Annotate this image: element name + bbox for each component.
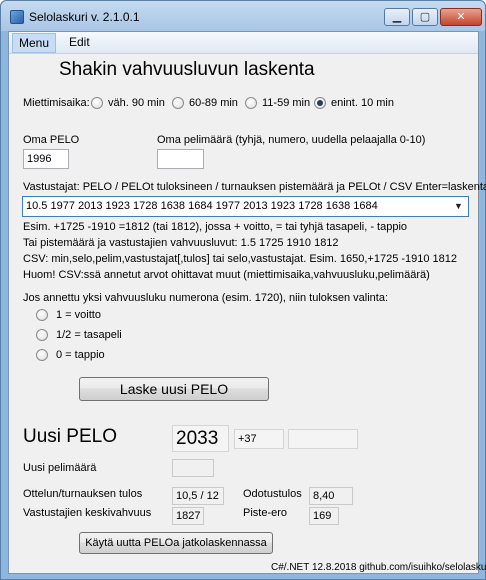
radio-time-10-label: enint. 10 min (331, 97, 394, 109)
window-title: Selolaskuri v. 2.1.0.1 (29, 10, 140, 24)
own-pelo-label: Oma PELO (23, 134, 80, 146)
points-diff-label: Piste-ero (243, 507, 288, 519)
menu-bar: Menu Edit (9, 32, 478, 54)
radio-time-60-89[interactable] (172, 97, 184, 109)
average-label: Vastustajien keskivahvuus (23, 507, 152, 519)
help-line-1: Esim. +1725 -1910 =1812 (tai 1812), joss… (23, 221, 408, 233)
own-games-input[interactable] (157, 149, 204, 169)
chevron-down-icon[interactable]: ▼ (451, 199, 466, 214)
radio-result-loss[interactable] (36, 349, 48, 361)
app-icon (10, 10, 24, 24)
radio-time-90[interactable] (91, 97, 103, 109)
own-games-label: Oma pelimäärä (tyhjä, numero, uudella pe… (157, 134, 426, 146)
maximize-button[interactable]: ▢ (412, 8, 438, 26)
average-value: 1827 (172, 507, 204, 525)
help-line-4: Huom! CSV:ssä annetut arvot ohittavat mu… (23, 269, 430, 281)
radio-result-draw[interactable] (36, 329, 48, 341)
expected-label: Odotustulos (243, 488, 302, 500)
new-games-label: Uusi pelimäärä (23, 462, 97, 474)
points-diff-value: 169 (309, 507, 339, 525)
app-window: Selolaskuri v. 2.1.0.1 ▁ ▢ ✕ Menu Edit S… (0, 0, 486, 580)
menu-item-edit[interactable]: Edit (63, 33, 96, 53)
footer-text: C#/.NET 12.8.2018 github.com/isuihko/sel… (271, 562, 486, 573)
radio-time-60-89-label: 60-89 min (189, 97, 238, 109)
single-result-label: Jos annettu yksi vahvuusluku numerona (e… (23, 292, 389, 304)
extra-result-box (288, 429, 358, 449)
opponents-label: Vastustajat: PELO / PELOt tuloksineen / … (23, 181, 486, 193)
radio-result-win[interactable] (36, 309, 48, 321)
close-button[interactable]: ✕ (440, 8, 482, 26)
radio-time-90-label: väh. 90 min (108, 97, 165, 109)
radio-result-win-label: 1 = voitto (56, 309, 101, 321)
calculate-button[interactable]: Laske uusi PELO (79, 377, 269, 401)
client-area: Menu Edit Shakin vahvuusluvun laskenta M… (8, 31, 486, 574)
match-result-label: Ottelun/turnauksen tulos (23, 488, 143, 500)
help-line-2: Tai pistemäärä ja vastustajien vahvuuslu… (23, 237, 339, 249)
opponents-input[interactable]: 10.5 1977 2013 1923 1728 1638 1684 1977 … (26, 200, 378, 212)
time-control-label: Miettimisaika: (23, 97, 90, 109)
page-title: Shakin vahvuusluvun laskenta (59, 59, 315, 80)
radio-result-draw-label: 1/2 = tasapeli (56, 329, 122, 341)
radio-time-11-59[interactable] (245, 97, 257, 109)
new-pelo-value: 2033 (172, 425, 229, 452)
expected-value: 8,40 (309, 487, 353, 505)
new-games-value (172, 459, 214, 477)
radio-result-loss-label: 0 = tappio (56, 349, 105, 361)
match-result-value: 10,5 / 12 (172, 487, 224, 505)
radio-time-10[interactable] (314, 97, 326, 109)
radio-time-11-59-label: 11-59 min (262, 97, 311, 109)
minimize-button[interactable]: ▁ (384, 8, 410, 26)
menu-item-menu[interactable]: Menu (12, 33, 57, 53)
pelo-change-value: +37 (234, 429, 284, 449)
own-pelo-input[interactable]: 1996 (23, 149, 69, 169)
new-pelo-label: Uusi PELO (23, 426, 117, 447)
title-bar[interactable]: Selolaskuri v. 2.1.0.1 ▁ ▢ ✕ (1, 1, 485, 31)
opponents-combobox[interactable]: 10.5 1977 2013 1923 1728 1638 1684 1977 … (22, 196, 469, 217)
help-line-3: CSV: min,selo,pelim,vastustajat[,tulos] … (23, 253, 458, 265)
use-new-pelo-button[interactable]: Käytä uutta PELOa jatkolaskennassa (79, 532, 273, 554)
